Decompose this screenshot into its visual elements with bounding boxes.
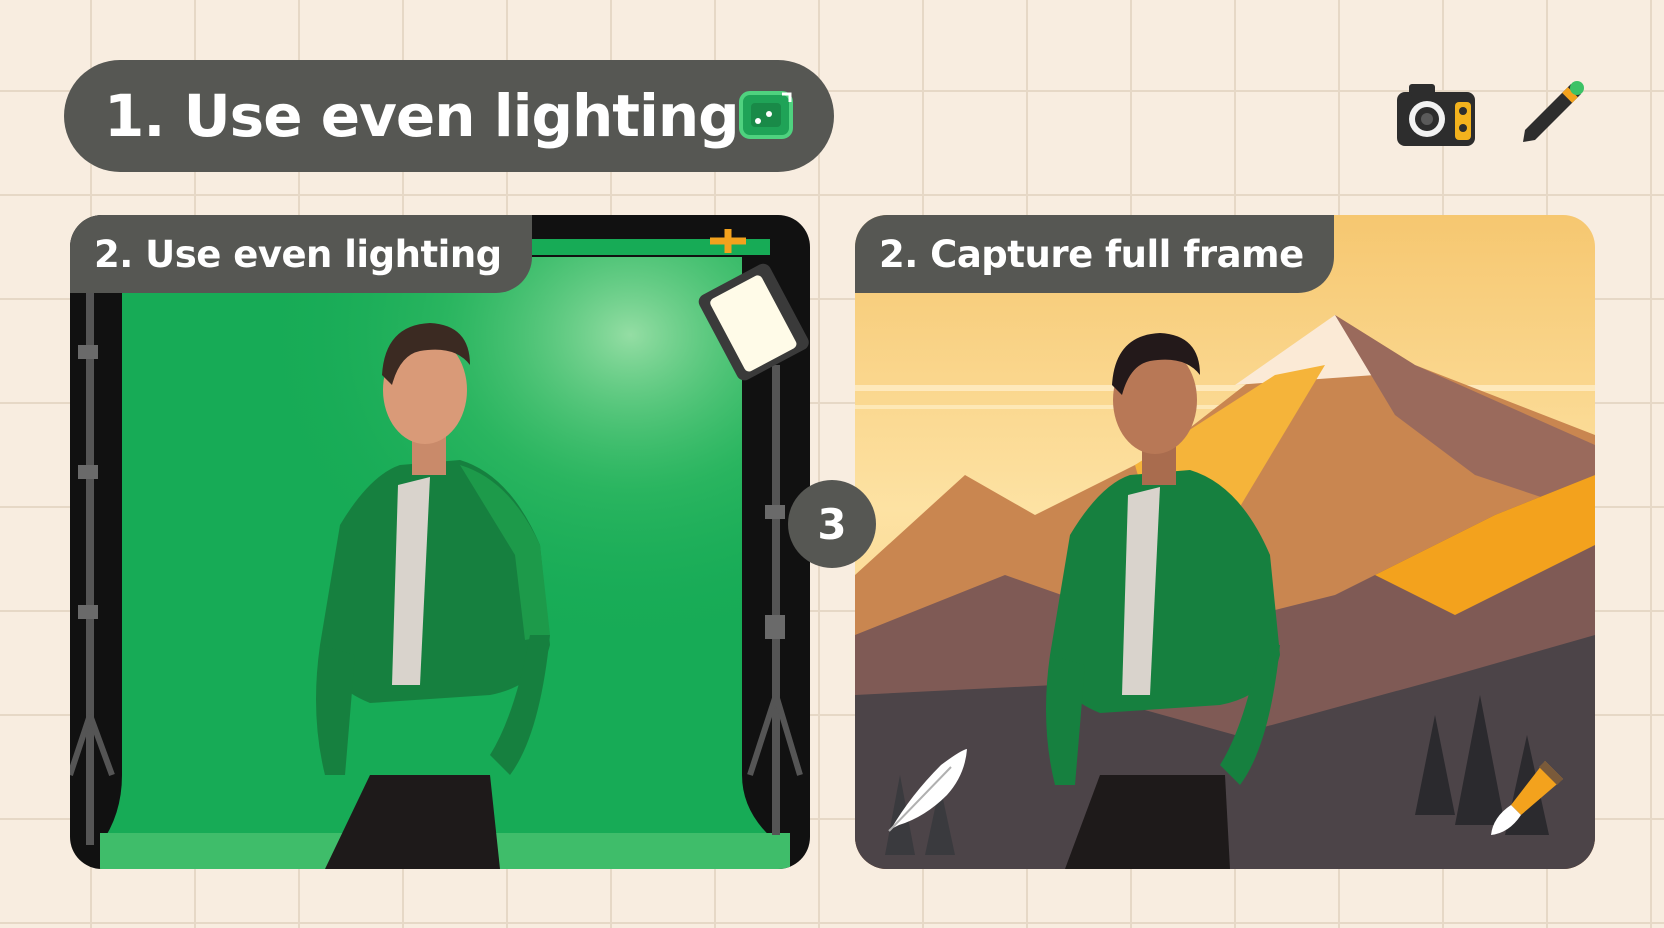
camera-icon	[1397, 84, 1475, 146]
step-badge: 3	[788, 480, 876, 568]
panel-label-lighting: 2. Use even lighting	[70, 215, 532, 293]
title-pill: 1. Use even lighting	[64, 60, 834, 172]
pencil-icon	[1523, 81, 1584, 142]
feather-icon	[888, 749, 967, 832]
panel-label-frame: 2. Capture full frame	[855, 215, 1334, 293]
page-title: 1. Use even lighting	[104, 82, 740, 150]
green-screen-scene	[70, 215, 810, 869]
paintbrush-icon	[1491, 761, 1563, 835]
panel-green-screen: 2. Use even lighting	[70, 215, 810, 869]
panel-mountain-scene: 2. Capture full frame	[855, 215, 1595, 869]
green-screen-icon	[739, 91, 793, 139]
